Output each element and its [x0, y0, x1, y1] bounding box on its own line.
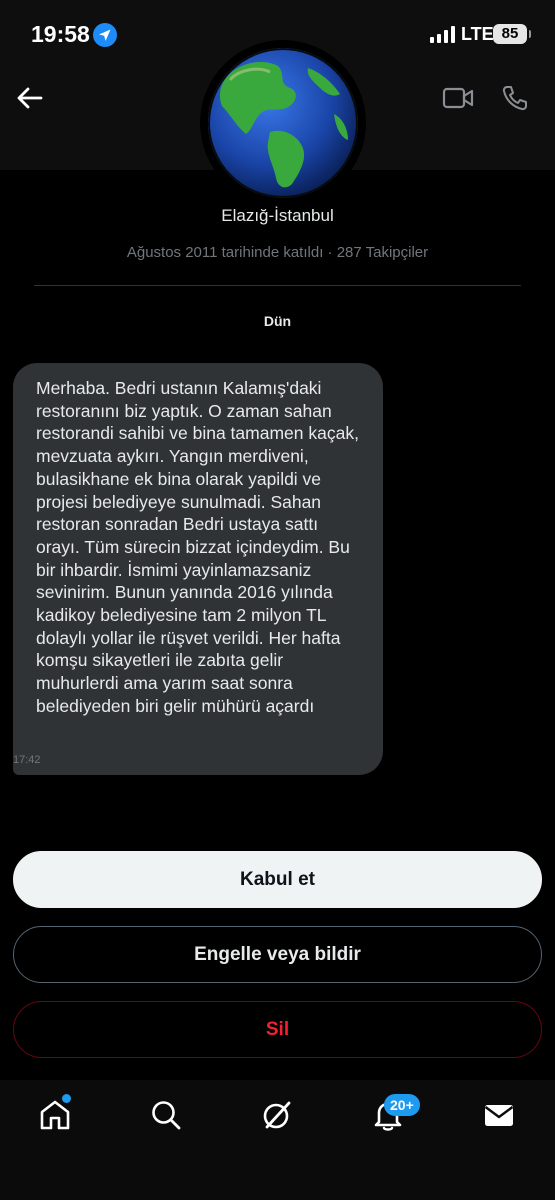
location-arrow-icon [93, 23, 117, 47]
video-call-icon[interactable] [442, 85, 474, 111]
phone-call-icon[interactable] [501, 84, 529, 112]
profile-joined-info: Ağustos 2011 tarihinde katıldı · 287 Tak… [126, 244, 429, 261]
message-timestamp: 17:42 [13, 754, 41, 766]
search-icon[interactable] [149, 1098, 183, 1132]
cellular-signal-icon [430, 26, 455, 43]
delete-button[interactable]: Sil [13, 1001, 542, 1058]
messages-icon[interactable] [482, 1098, 516, 1132]
message-text: Merhaba. Bedri ustanın Kalamış'daki rest… [36, 378, 359, 716]
divider [34, 285, 521, 286]
back-arrow-icon[interactable] [14, 83, 44, 113]
accept-button[interactable]: Kabul et [13, 851, 542, 908]
battery-indicator: 85 [493, 24, 531, 44]
block-or-report-button[interactable]: Engelle veya bildir [13, 926, 542, 983]
globe-icon [208, 48, 358, 198]
status-time: 19:58 [31, 21, 90, 47]
notifications-badge: 20+ [384, 1094, 420, 1116]
home-icon[interactable] [38, 1098, 72, 1132]
avatar[interactable] [208, 48, 358, 198]
grok-icon[interactable] [260, 1098, 294, 1132]
date-separator: Dün [263, 313, 292, 329]
message-bubble[interactable]: Merhaba. Bedri ustanın Kalamış'daki rest… [13, 363, 383, 775]
profile-location: Elazığ-İstanbul [221, 206, 334, 225]
home-unread-dot [62, 1094, 71, 1103]
network-type: LTE [461, 24, 494, 44]
